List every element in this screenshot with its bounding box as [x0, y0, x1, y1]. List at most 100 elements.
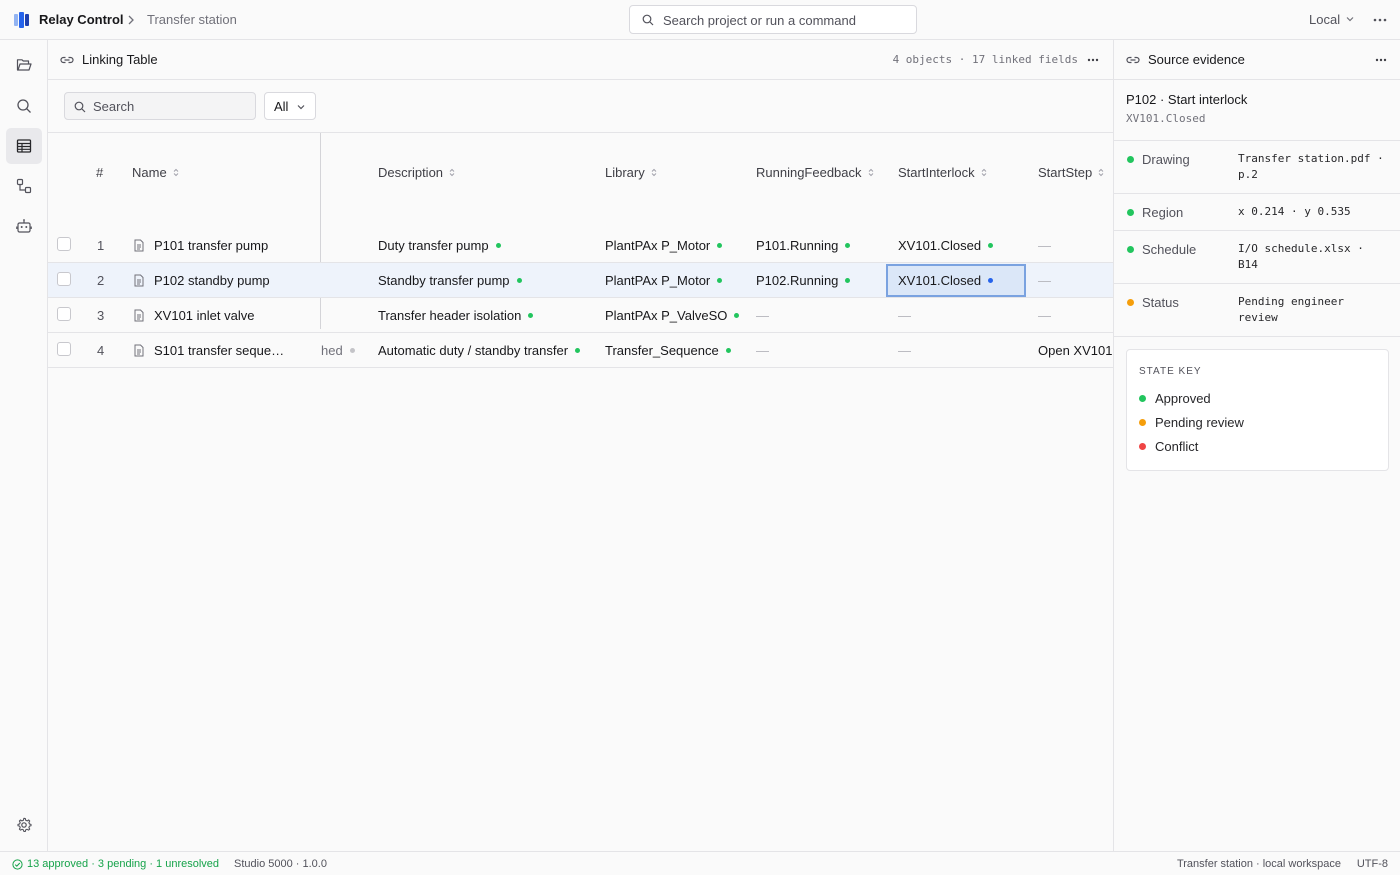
evidence-value[interactable]: x 0.214 · y 0.535 — [1238, 204, 1388, 220]
row-start-step[interactable]: — — [1038, 238, 1051, 253]
row-number: 3 — [97, 308, 105, 323]
panel-meta: 4 objects · 17 linked fields — [892, 53, 1078, 66]
row-start-step[interactable]: — — [1038, 273, 1051, 288]
row-library[interactable]: Transfer_Sequence — [605, 343, 731, 358]
settings-icon[interactable] — [6, 807, 42, 843]
row-start-interlock[interactable]: — — [898, 308, 911, 323]
filter-select[interactable]: All — [264, 92, 316, 120]
table-icon[interactable] — [6, 128, 42, 164]
graph-icon[interactable] — [6, 168, 42, 204]
table-row-selected[interactable]: 2 P102 standby pump Standby transfer pum… — [48, 263, 1113, 298]
conflict-dot — [1139, 443, 1146, 450]
column-header-library[interactable]: Library — [605, 165, 657, 180]
row-start-step[interactable]: — — [1038, 308, 1051, 323]
search-icon — [642, 14, 654, 26]
document-icon — [134, 274, 144, 287]
app-name[interactable]: Relay Control — [39, 12, 124, 27]
folder-icon[interactable] — [6, 47, 42, 83]
sort-icon — [868, 168, 873, 177]
top-bar: Relay Control Transfer station Search pr… — [0, 0, 1400, 40]
row-description[interactable]: Automatic duty / standby transfer — [378, 343, 581, 358]
row-running-feedback[interactable]: — — [756, 343, 769, 358]
table-row[interactable]: 1 P101 transfer pump Duty transfer pump … — [48, 228, 1113, 263]
table-row[interactable]: 3 XV101 inlet valve Transfer header isol… — [48, 298, 1113, 333]
row-name[interactable]: XV101 inlet valve — [154, 308, 254, 323]
approved-dot — [988, 243, 994, 248]
row-start-interlock[interactable]: XV101.Closed — [898, 273, 994, 288]
approved-dot — [1127, 209, 1134, 216]
row-truncated-cell[interactable]: hed — [321, 343, 355, 358]
row-description[interactable]: Duty transfer pump — [378, 238, 501, 253]
state-key-title: STATE KEY — [1139, 366, 1202, 377]
sort-icon — [1098, 168, 1104, 177]
row-number: 4 — [97, 343, 105, 358]
row-name[interactable]: P102 standby pump — [154, 273, 270, 288]
neutral-dot — [349, 348, 355, 353]
row-library[interactable]: PlantPAx P_Motor — [605, 273, 723, 288]
evidence-key: Schedule — [1142, 242, 1197, 257]
row-description[interactable]: Transfer header isolation — [378, 308, 534, 323]
approved-dot — [1139, 395, 1146, 402]
row-name[interactable]: P101 transfer pump — [154, 238, 268, 253]
approved-dot — [717, 243, 723, 248]
command-placeholder: Search project or run a command — [663, 13, 856, 28]
row-start-interlock[interactable]: — — [898, 343, 911, 358]
column-header-start-interlock[interactable]: StartInterlock — [898, 165, 987, 180]
validation-summary[interactable]: 13 approved · 3 pending · 1 unresolved — [12, 858, 219, 870]
document-icon — [134, 239, 144, 252]
approved-dot — [734, 313, 740, 318]
filter-bar: All — [48, 80, 1113, 133]
table-search[interactable] — [64, 92, 256, 120]
column-header-running-feedback[interactable]: RunningFeedback — [756, 165, 874, 180]
evidence-row-schedule[interactable]: Schedule I/O schedule.xlsx · B14 — [1114, 230, 1400, 283]
row-checkbox[interactable] — [57, 272, 71, 286]
column-header-start-step[interactable]: StartStep — [1038, 165, 1104, 180]
more-icon[interactable] — [1373, 13, 1387, 27]
row-name[interactable]: S101 transfer seque… — [154, 343, 284, 358]
row-library[interactable]: PlantPAx P_Motor — [605, 238, 723, 253]
search-icon[interactable] — [6, 88, 42, 124]
command-search-input[interactable]: Search project or run a command — [629, 5, 917, 34]
approved-dot — [495, 243, 501, 248]
chevron-down-icon — [1346, 17, 1354, 22]
environment-select[interactable]: Local — [1309, 12, 1340, 27]
link-icon — [1126, 56, 1140, 64]
robot-icon[interactable] — [6, 208, 42, 244]
more-icon[interactable] — [1375, 54, 1387, 66]
sort-icon — [651, 168, 657, 177]
column-header-description[interactable]: Description — [378, 165, 455, 180]
row-running-feedback[interactable]: — — [756, 308, 769, 323]
row-library[interactable]: PlantPAx P_ValveSO — [605, 308, 740, 323]
evidence-key: Region — [1142, 205, 1184, 220]
row-description[interactable]: Standby transfer pump — [378, 273, 522, 288]
column-header-name[interactable]: Name — [132, 165, 179, 180]
row-checkbox[interactable] — [57, 237, 71, 251]
evidence-row-status[interactable]: Status Pending engineer review — [1114, 283, 1400, 337]
evidence-key: Status — [1142, 295, 1179, 310]
evidence-value[interactable]: Transfer station.pdf · p.2 — [1238, 151, 1388, 183]
link-icon — [60, 56, 74, 64]
chevron-right-icon — [126, 13, 136, 27]
linking-table: # Name Description Library RunningFeedba… — [48, 133, 1113, 851]
row-running-feedback[interactable]: P101.Running — [756, 238, 851, 253]
table-search-input[interactable] — [93, 97, 248, 115]
evidence-key: Drawing — [1142, 152, 1190, 167]
more-icon[interactable] — [1087, 54, 1099, 66]
evidence-row-drawing[interactable]: Drawing Transfer station.pdf · p.2 — [1114, 140, 1400, 193]
evidence-value[interactable]: Pending engineer review — [1238, 294, 1388, 326]
encoding-label[interactable]: UTF-8 — [1357, 858, 1388, 870]
row-checkbox[interactable] — [57, 342, 71, 356]
evidence-value[interactable]: I/O schedule.xlsx · B14 — [1238, 241, 1388, 273]
breadcrumb-project[interactable]: Transfer station — [147, 12, 237, 27]
panel-header: Linking Table 4 objects · 17 linked fiel… — [48, 40, 1113, 80]
row-running-feedback[interactable]: P102.Running — [756, 273, 851, 288]
table-row[interactable]: 4 S101 transfer seque… hed Automatic dut… — [48, 333, 1113, 368]
document-icon — [134, 309, 144, 322]
state-key-pending: Pending review — [1139, 415, 1244, 430]
state-key-conflict: Conflict — [1139, 439, 1198, 454]
row-start-step[interactable]: Open XV101 — [1038, 343, 1112, 358]
evidence-row-region[interactable]: Region x 0.214 · y 0.535 — [1114, 193, 1400, 230]
row-start-interlock[interactable]: XV101.Closed — [898, 238, 994, 253]
filter-value: All — [274, 99, 289, 114]
row-checkbox[interactable] — [57, 307, 71, 321]
